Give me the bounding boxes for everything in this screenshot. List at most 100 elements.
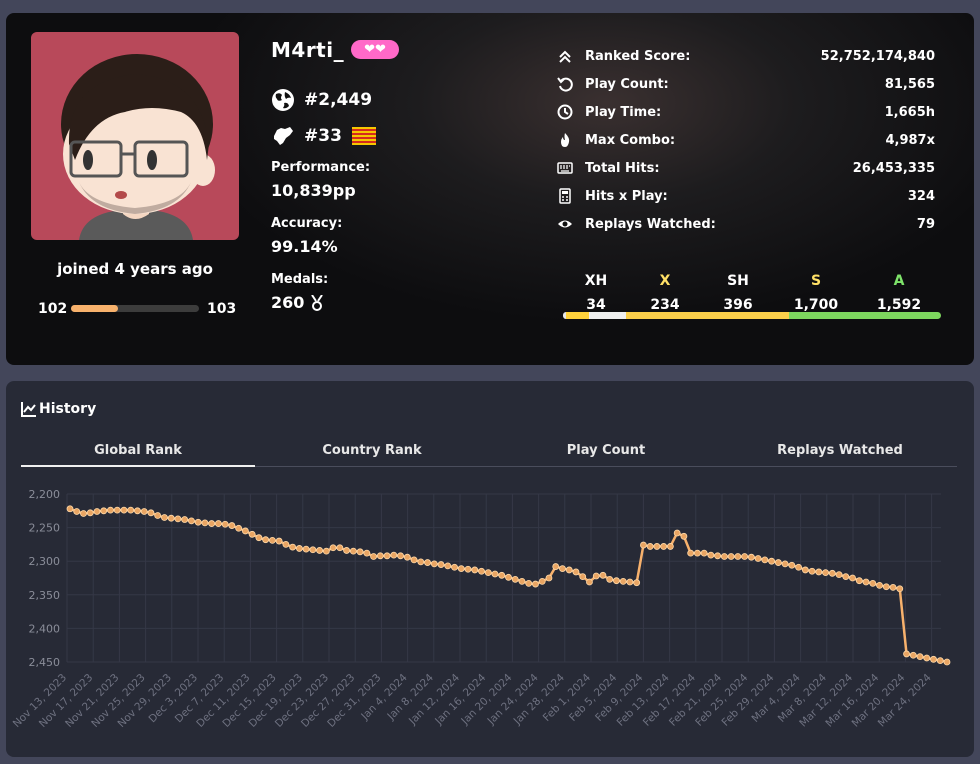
data-point xyxy=(768,557,775,565)
stat-value: 26,453,335 xyxy=(852,160,935,176)
history-title: History xyxy=(39,401,97,417)
data-point xyxy=(903,650,910,658)
stat-value: 81,565 xyxy=(884,76,935,92)
username[interactable]: M4rti_ xyxy=(271,38,344,62)
data-point xyxy=(241,527,249,535)
data-point xyxy=(741,553,749,560)
data-point xyxy=(714,552,722,560)
stat-row: Hits x Play: 324 xyxy=(557,187,935,205)
keyboard-icon xyxy=(557,160,573,176)
data-point xyxy=(525,579,533,587)
data-point xyxy=(916,653,924,661)
supporter-badge[interactable]: ❤❤ xyxy=(351,40,399,59)
clock-icon xyxy=(557,104,573,120)
level-next: 103 xyxy=(207,301,237,317)
data-point xyxy=(882,583,890,591)
data-point xyxy=(930,655,937,663)
stat-value: 79 xyxy=(916,216,935,232)
data-point xyxy=(673,529,681,537)
data-point xyxy=(430,560,438,568)
data-point xyxy=(268,536,276,544)
data-point xyxy=(687,549,695,557)
data-point xyxy=(471,566,479,574)
data-point xyxy=(282,541,290,548)
country-rank-row: #33 xyxy=(271,124,376,148)
grade-count-xh: 34 xyxy=(586,297,606,313)
country-rank: #33 xyxy=(304,126,342,146)
data-point xyxy=(120,506,128,514)
data-point xyxy=(828,569,836,577)
rank-history-chart[interactable]: 2,2002,2502,3002,3502,4002,450Nov 13, 20… xyxy=(0,480,980,764)
data-point xyxy=(403,553,411,561)
y-tick-label: 2,350 xyxy=(29,589,61,602)
stat-label: Max Combo: xyxy=(585,132,676,148)
data-point xyxy=(194,518,202,526)
data-point xyxy=(545,574,553,582)
data-point xyxy=(788,561,796,569)
data-point xyxy=(181,516,189,523)
data-point xyxy=(842,573,850,581)
data-point xyxy=(869,579,877,587)
y-tick-label: 2,200 xyxy=(29,488,61,501)
data-point xyxy=(343,547,350,554)
data-point xyxy=(322,547,330,555)
data-point xyxy=(316,547,324,554)
data-point xyxy=(511,575,519,583)
data-point xyxy=(228,522,236,529)
grade-bar-s xyxy=(626,312,789,319)
data-point xyxy=(626,578,634,586)
data-point xyxy=(302,545,310,553)
avatar[interactable] xyxy=(31,32,239,240)
grade-label-a: A xyxy=(893,273,905,289)
grade-bar-x xyxy=(566,312,589,319)
level-progress-fill xyxy=(71,305,119,312)
replay-icon xyxy=(557,76,573,92)
data-point xyxy=(613,577,620,585)
data-point xyxy=(188,517,195,525)
rank-line xyxy=(69,507,948,664)
medals-row: 260 xyxy=(271,293,324,312)
data-point xyxy=(693,549,701,557)
data-point xyxy=(295,545,303,552)
data-point xyxy=(262,536,270,544)
data-point xyxy=(606,575,614,583)
data-point xyxy=(113,506,121,514)
data-point xyxy=(329,544,337,552)
grade-count-s: 1,700 xyxy=(793,297,839,313)
data-point xyxy=(140,508,148,515)
tab-replays-watched[interactable]: Replays Watched xyxy=(723,443,957,466)
data-point xyxy=(680,532,688,540)
y-tick-label: 2,250 xyxy=(29,522,61,535)
data-point xyxy=(383,552,391,560)
data-point xyxy=(444,562,452,570)
data-point xyxy=(100,507,108,515)
data-point xyxy=(943,658,951,666)
data-point xyxy=(532,580,539,588)
tab-country-rank[interactable]: Country Rank xyxy=(255,443,489,466)
active-tab-indicator xyxy=(21,465,255,467)
tab-global-rank[interactable]: Global Rank xyxy=(21,443,255,466)
global-rank: #2,449 xyxy=(304,90,373,110)
tab-play-count[interactable]: Play Count xyxy=(489,443,723,466)
data-point xyxy=(592,572,600,580)
data-point xyxy=(660,543,668,550)
data-point xyxy=(653,543,661,550)
level-current: 102 xyxy=(38,301,68,317)
stat-value: 4,987x xyxy=(885,132,935,148)
data-point xyxy=(498,571,506,579)
stat-value: 1,665h xyxy=(884,104,935,120)
data-point xyxy=(855,577,863,585)
chart-line-icon xyxy=(21,402,36,417)
medals-label: Medals: xyxy=(271,272,329,287)
y-tick-label: 2,400 xyxy=(29,622,61,635)
medal-icon xyxy=(311,294,324,311)
grade-count-x: 234 xyxy=(650,297,680,313)
data-point xyxy=(889,584,897,591)
data-point xyxy=(835,571,843,579)
accuracy-value: 99.14% xyxy=(271,237,338,256)
data-point xyxy=(107,506,114,514)
country-flag[interactable] xyxy=(351,127,376,145)
data-point xyxy=(876,581,883,589)
data-point xyxy=(808,567,816,575)
data-point xyxy=(518,577,526,585)
